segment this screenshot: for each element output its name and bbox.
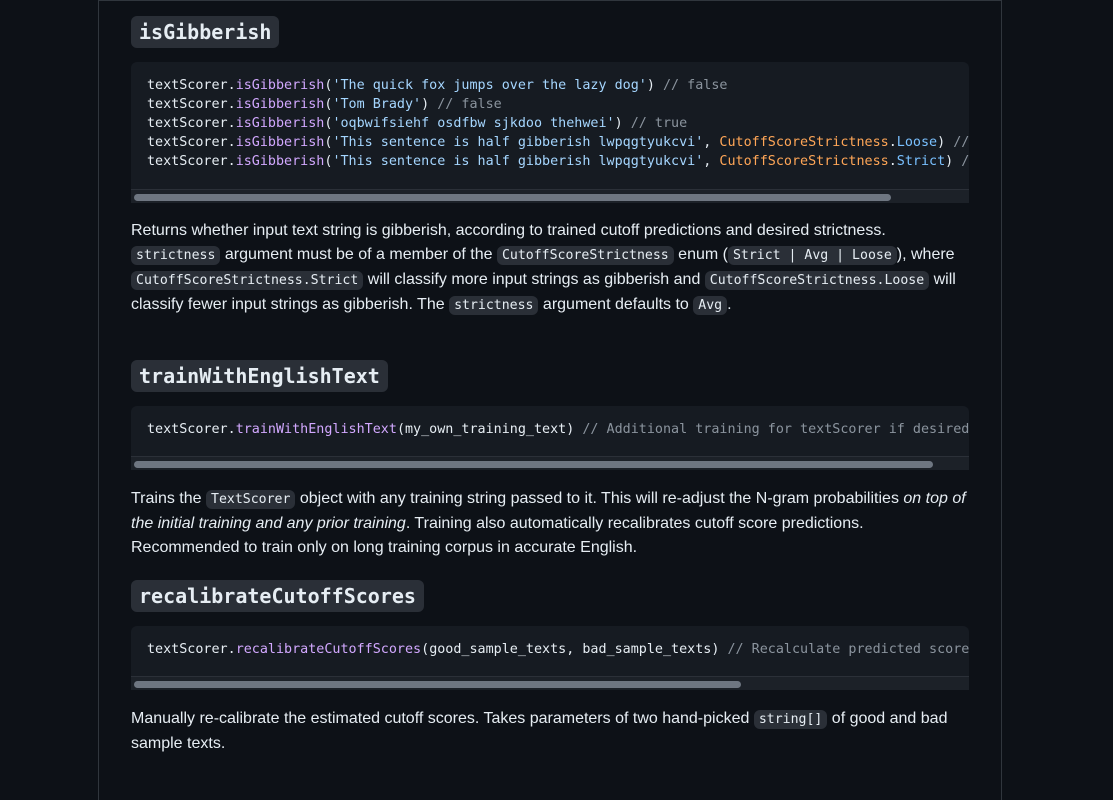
code-property: Strict [896, 154, 946, 169]
horizontal-scrollbar[interactable] [131, 189, 969, 203]
code-string: 'Tom Brady' [332, 97, 422, 112]
description-trainwithenglishtext: Trains the TextScorer object with any tr… [131, 490, 966, 556]
inline-code: CutoffScoreStrictness.Loose [704, 271, 930, 290]
code-object: textScorer [147, 154, 228, 169]
description-recalibratecutoffscores: Manually re-calibrate the estimated cuto… [131, 710, 948, 752]
code-function: isGibberish [235, 154, 325, 169]
code-line: textScorer.isGibberish('oqbwifsiehf osdf… [147, 116, 688, 131]
inline-code: CutoffScoreStrictness.Strict [131, 271, 364, 290]
code-property: Loose [896, 135, 938, 150]
code-object: textScorer [147, 135, 228, 150]
code-function: isGibberish [235, 135, 325, 150]
code-function: trainWithEnglishText [235, 422, 397, 437]
heading-isgibberish: isGibberish [131, 16, 280, 48]
code-line: textScorer.recalibrateCutoffScores(good_… [147, 640, 969, 659]
code-argument: good_sample_texts, bad_sample_texts [429, 642, 712, 657]
code-block-recalibratecutoffscores[interactable]: textScorer.recalibrateCutoffScores(good_… [131, 626, 969, 690]
code-comment: // true [622, 116, 688, 131]
scrollbar-thumb[interactable] [134, 461, 933, 468]
horizontal-scrollbar[interactable] [131, 456, 969, 470]
code-function: recalibrateCutoffScores [235, 642, 422, 657]
code-line: textScorer.isGibberish('This sentence is… [147, 152, 969, 171]
code-function: isGibberish [235, 116, 325, 131]
code-string: 'The quick fox jumps over the lazy dog' [332, 78, 647, 93]
code-block-isgibberish[interactable]: textScorer.isGibberish('The quick fox ju… [131, 62, 969, 203]
inline-code: TextScorer [206, 490, 296, 509]
inline-code: strictness [131, 246, 221, 265]
scrollbar-thumb[interactable] [134, 194, 891, 201]
code-object: textScorer [147, 97, 228, 112]
heading-trainwithenglishtext: trainWithEnglishText [131, 360, 388, 392]
scrollbar-thumb[interactable] [134, 681, 741, 688]
description-isgibberish: Returns whether input text string is gib… [131, 222, 956, 315]
code-object: textScorer [147, 116, 228, 131]
code-object: textScorer [147, 78, 228, 93]
heading-recalibratecutoffscores: recalibrateCutoffScores [131, 580, 424, 612]
code-function: isGibberish [235, 78, 325, 93]
inline-code: string[] [753, 710, 828, 729]
code-line: textScorer.isGibberish('This sentence is… [147, 133, 969, 152]
code-comment: // Additional training for textScorer if… [574, 422, 969, 437]
code-content: textScorer.recalibrateCutoffScores(good_… [131, 626, 969, 659]
code-string: 'This sentence is half gibberish lwpqgty… [332, 135, 704, 150]
code-line: textScorer.isGibberish('Tom Brady') // f… [147, 97, 502, 112]
inline-code: Strict | Avg | Loose [727, 246, 897, 265]
code-comment: // false [654, 78, 728, 93]
code-function: isGibberish [235, 97, 325, 112]
inline-code: CutoffScoreStrictness [496, 246, 674, 265]
horizontal-scrollbar[interactable] [131, 676, 969, 690]
code-line: textScorer.isGibberish('The quick fox ju… [147, 78, 728, 93]
code-comment: // Recalculate predicted scores [719, 642, 969, 657]
code-content: textScorer.isGibberish('The quick fox ju… [131, 62, 969, 171]
inline-code: strictness [449, 296, 539, 315]
code-content: textScorer.trainWithEnglishText(my_own_t… [131, 406, 969, 439]
code-comment: // false [429, 97, 502, 112]
code-string: 'This sentence is half gibberish lwpqgty… [332, 154, 704, 169]
code-line: textScorer.trainWithEnglishText(my_own_t… [147, 422, 969, 437]
code-object: textScorer [147, 422, 228, 437]
code-comment: // false [961, 154, 969, 169]
inline-code: Avg [693, 296, 728, 315]
code-argument: my_own_training_text [405, 422, 567, 437]
code-block-trainwithenglishtext[interactable]: textScorer.trainWithEnglishText(my_own_t… [131, 406, 969, 470]
code-object: textScorer [147, 642, 228, 657]
code-class: CutoffScoreStrictness [719, 154, 889, 169]
code-class: CutoffScoreStrictness [719, 135, 889, 150]
code-string: 'oqbwifsiehf osdfbw sjkdoo thehwei' [332, 116, 615, 131]
code-comment: // true [953, 135, 969, 150]
